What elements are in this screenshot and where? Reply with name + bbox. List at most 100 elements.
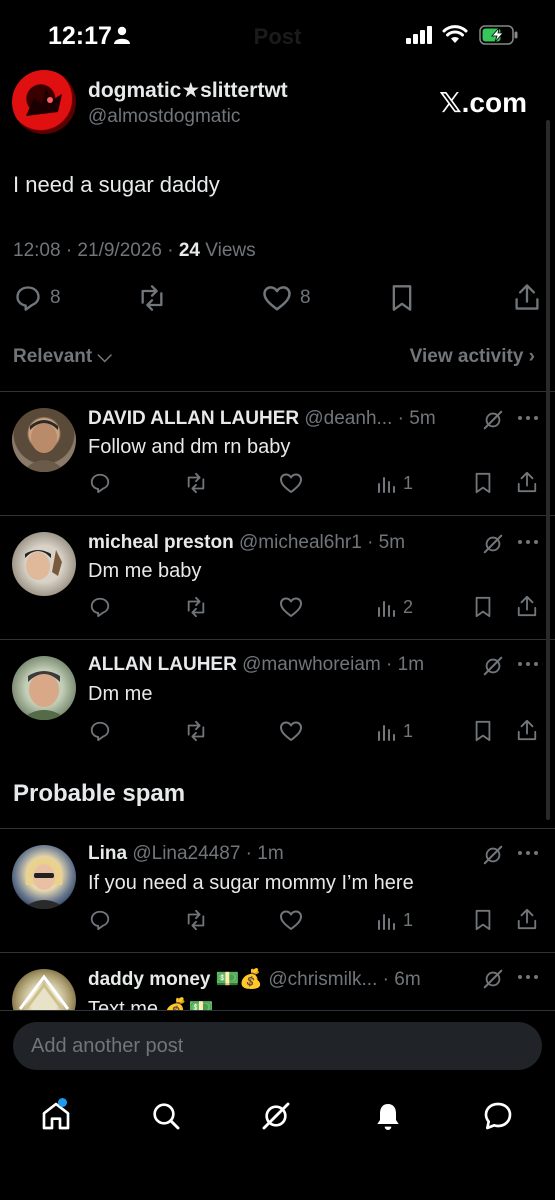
post-actions: 8 8: [0, 282, 555, 316]
reply-item[interactable]: daddy money 💵💰 @chrismilk... · 6m Text m…: [0, 953, 555, 1010]
home-tab[interactable]: [40, 1098, 72, 1132]
more-icon[interactable]: [517, 974, 539, 980]
messages-tab[interactable]: [482, 1100, 514, 1132]
grok-tab[interactable]: [260, 1100, 292, 1132]
repost-icon[interactable]: [183, 720, 209, 742]
reply-avatar[interactable]: [12, 656, 76, 720]
analytics-icon[interactable]: [377, 598, 397, 618]
post-timestamp: 12:08 · 21/9/2026 ·: [13, 240, 179, 261]
heart-icon[interactable]: [279, 596, 303, 618]
reply-item[interactable]: Lina @Lina24487 · 1m If you need a sugar…: [0, 829, 555, 953]
reply-icon[interactable]: [89, 909, 111, 931]
reply-author-handle[interactable]: @Lina24487: [132, 843, 240, 864]
reply-icon: [14, 284, 42, 312]
author-handle[interactable]: @almostdogmatic: [88, 106, 240, 128]
reply-button[interactable]: 8: [14, 284, 61, 312]
x-brand-logo: 𝕏.com: [439, 87, 527, 118]
reply-actions: 1: [0, 470, 555, 500]
reply-count: 8: [50, 287, 61, 308]
reply-icon[interactable]: [89, 720, 111, 742]
reply-author-name[interactable]: micheal preston: [88, 532, 234, 553]
views-label: Views: [199, 240, 256, 261]
share-icon: [513, 282, 541, 312]
share-icon[interactable]: [516, 470, 538, 494]
reply-author-handle[interactable]: @chrismilk...: [268, 969, 377, 990]
reply-sort-bar: Relevant ⌵ View activity ›: [0, 340, 555, 374]
heart-icon[interactable]: [279, 720, 303, 742]
reply-icon[interactable]: [89, 472, 111, 494]
reply-avatar[interactable]: [12, 845, 76, 909]
more-icon[interactable]: [517, 661, 539, 667]
views-count: 1: [403, 910, 414, 930]
reply-header: ALLAN LAUHER @manwhoreiam · 1m: [88, 654, 424, 676]
reply-text: Text me 💰💵: [88, 998, 214, 1010]
relevant-sort-dropdown[interactable]: Relevant ⌵: [13, 346, 112, 368]
bookmark-icon[interactable]: [473, 720, 493, 742]
reply-avatar[interactable]: [12, 408, 76, 472]
repost-icon[interactable]: [183, 596, 209, 618]
reply-header: DAVID ALLAN LAUHER @deanh... · 5m: [88, 408, 436, 430]
status-bar: 12:17 Post: [0, 0, 555, 70]
reply-author-handle[interactable]: @manwhoreiam: [242, 654, 381, 675]
grok-icon[interactable]: [482, 655, 504, 677]
bookmark-icon[interactable]: [473, 472, 493, 494]
repost-button[interactable]: [136, 284, 168, 312]
bookmark-button[interactable]: [390, 284, 414, 312]
share-button[interactable]: [513, 282, 541, 312]
grok-icon[interactable]: [482, 968, 504, 990]
heart-icon[interactable]: [279, 909, 303, 931]
analytics-icon[interactable]: [377, 722, 397, 742]
analytics-icon[interactable]: [377, 474, 397, 494]
bottom-tab-bar: [0, 1086, 555, 1200]
reply-author-name[interactable]: Lina: [88, 843, 127, 864]
reply-author-name[interactable]: DAVID ALLAN LAUHER: [88, 408, 299, 429]
like-count: 8: [300, 287, 311, 308]
reply-time: · 1m: [245, 843, 284, 864]
bell-icon: [372, 1100, 404, 1132]
share-icon[interactable]: [516, 594, 538, 618]
author-avatar[interactable]: [12, 70, 76, 134]
scroll-indicator[interactable]: [546, 120, 550, 820]
reply-icon[interactable]: [89, 596, 111, 618]
reply-avatar[interactable]: [12, 532, 76, 596]
repost-icon[interactable]: [183, 909, 209, 931]
reply-item[interactable]: micheal preston @micheal6hr1 · 5m Dm me …: [0, 516, 555, 640]
reply-author-handle[interactable]: @deanh...: [304, 408, 392, 429]
more-icon[interactable]: [517, 415, 539, 421]
views-count[interactable]: 24: [179, 240, 200, 261]
reply-header: daddy money 💵💰 @chrismilk... · 6m: [88, 967, 421, 991]
message-icon: [482, 1100, 514, 1132]
bookmark-icon[interactable]: [473, 596, 493, 618]
bookmark-icon[interactable]: [473, 909, 493, 931]
post-text: I need a sugar daddy: [13, 172, 220, 197]
analytics-icon[interactable]: [377, 911, 397, 931]
faded-page-title: Post: [253, 24, 302, 49]
more-icon[interactable]: [517, 539, 539, 545]
search-tab[interactable]: [150, 1100, 182, 1132]
reply-avatar[interactable]: [12, 969, 76, 1010]
repost-icon: [136, 284, 168, 312]
share-icon[interactable]: [516, 718, 538, 742]
more-icon[interactable]: [517, 850, 539, 856]
grok-icon[interactable]: [482, 533, 504, 555]
reply-composer-input[interactable]: Add another post: [13, 1022, 542, 1070]
reply-author-name[interactable]: ALLAN LAUHER: [88, 654, 237, 675]
reply-item[interactable]: DAVID ALLAN LAUHER @deanh... · 5m Follow…: [0, 392, 555, 516]
views-count: 1: [403, 473, 414, 493]
bookmark-icon: [390, 284, 414, 312]
grok-icon[interactable]: [482, 409, 504, 431]
reply-author-handle[interactable]: @micheal6hr1: [239, 532, 362, 553]
reply-actions: 1: [0, 907, 555, 937]
author-display-name[interactable]: dogmatic★slittertwt: [88, 78, 288, 103]
reply-time: · 6m: [382, 969, 421, 990]
view-activity-link[interactable]: View activity ›: [410, 346, 535, 368]
repost-icon[interactable]: [183, 472, 209, 494]
notifications-tab[interactable]: [372, 1100, 404, 1132]
reply-author-name[interactable]: daddy money 💵💰: [88, 969, 263, 990]
like-button[interactable]: 8: [262, 284, 311, 312]
reply-item[interactable]: ALLAN LAUHER @manwhoreiam · 1m Dm me 1: [0, 640, 555, 764]
heart-icon[interactable]: [279, 472, 303, 494]
share-icon[interactable]: [516, 907, 538, 931]
views-count: 1: [403, 721, 414, 741]
grok-icon[interactable]: [482, 844, 504, 866]
